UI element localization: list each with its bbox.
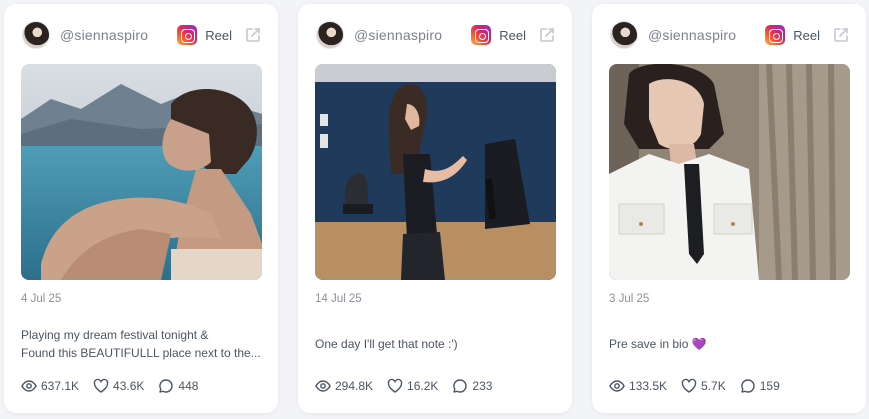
eye-icon bbox=[609, 380, 625, 392]
eye-icon bbox=[315, 380, 331, 392]
username[interactable]: @siennaspiro bbox=[60, 27, 177, 43]
heart-icon bbox=[387, 378, 403, 393]
card-header: @siennaspiro Reel bbox=[610, 20, 850, 50]
caption-line: Pre save in bio 💜 bbox=[609, 337, 707, 351]
likes-count: 16.2K bbox=[407, 379, 439, 393]
post-stats: 133.5K 5.7K 159 bbox=[609, 378, 794, 394]
post-date: 14 Jul 25 bbox=[315, 293, 362, 305]
views-stat: 637.1K bbox=[21, 378, 79, 394]
caption-line: One day I'll get that note :') bbox=[315, 337, 458, 351]
likes-count: 5.7K bbox=[701, 379, 726, 393]
post-card[interactable]: @siennaspiro Reel bbox=[298, 4, 572, 413]
post-thumbnail[interactable] bbox=[315, 64, 556, 280]
likes-stat: 5.7K bbox=[681, 378, 726, 394]
comments-stat: 233 bbox=[452, 378, 492, 394]
caption-line: Playing my dream festival tonight & bbox=[21, 328, 209, 342]
platform-label: Reel bbox=[205, 27, 232, 43]
comments-count: 448 bbox=[178, 379, 199, 393]
comment-icon bbox=[159, 379, 174, 393]
post-thumbnail[interactable] bbox=[609, 64, 850, 280]
comments-count: 233 bbox=[472, 379, 493, 393]
post-thumbnail[interactable] bbox=[21, 64, 262, 280]
post-card[interactable]: @siennaspiro Reel bbox=[4, 4, 278, 413]
heart-icon bbox=[681, 378, 697, 393]
platform-label: Reel bbox=[499, 27, 526, 43]
avatar[interactable] bbox=[22, 21, 50, 49]
caption-line: Found this BEAUTIFULLL place next to the… bbox=[21, 346, 261, 360]
heart-icon bbox=[93, 378, 109, 393]
lake-photo bbox=[21, 64, 262, 280]
avatar[interactable] bbox=[316, 21, 344, 49]
post-date: 3 Jul 25 bbox=[609, 293, 650, 305]
external-link-icon[interactable] bbox=[832, 26, 850, 44]
eye-icon bbox=[21, 380, 37, 392]
comment-icon bbox=[453, 379, 468, 393]
external-link-icon[interactable] bbox=[244, 26, 262, 44]
post-stats: 294.8K 16.2K 233 bbox=[315, 378, 506, 394]
instagram-icon bbox=[177, 25, 198, 45]
likes-stat: 43.6K bbox=[93, 378, 144, 394]
post-date: 4 Jul 25 bbox=[21, 293, 62, 305]
platform-label: Reel bbox=[793, 27, 820, 43]
external-link-icon[interactable] bbox=[538, 26, 556, 44]
comments-stat: 448 bbox=[158, 378, 198, 394]
instagram-icon bbox=[765, 25, 786, 45]
post-caption: Pre save in bio 💜 bbox=[609, 335, 853, 353]
post-caption: Playing my dream festival tonight & Foun… bbox=[21, 326, 265, 362]
comment-icon bbox=[740, 379, 755, 393]
username[interactable]: @siennaspiro bbox=[354, 27, 471, 43]
views-count: 294.8K bbox=[335, 379, 374, 393]
comments-stat: 159 bbox=[740, 378, 780, 394]
comments-count: 159 bbox=[759, 379, 780, 393]
card-header: @siennaspiro Reel bbox=[316, 20, 556, 50]
views-stat: 294.8K bbox=[315, 378, 373, 394]
post-card[interactable]: @siennaspiro Reel bbox=[592, 4, 866, 413]
views-count: 133.5K bbox=[629, 379, 668, 393]
portrait-photo bbox=[609, 64, 850, 280]
views-stat: 133.5K bbox=[609, 378, 667, 394]
username[interactable]: @siennaspiro bbox=[648, 27, 765, 43]
likes-stat: 16.2K bbox=[387, 378, 438, 394]
card-header: @siennaspiro Reel bbox=[22, 20, 262, 50]
post-stats: 637.1K 43.6K 448 bbox=[21, 378, 212, 394]
likes-count: 43.6K bbox=[113, 379, 145, 393]
avatar[interactable] bbox=[610, 21, 638, 49]
post-caption: One day I'll get that note :') bbox=[315, 335, 559, 353]
reel-cards-grid: @siennaspiro Reel 4 Jul 25 Playing my dr… bbox=[0, 0, 869, 419]
studio-photo bbox=[315, 64, 556, 280]
instagram-icon bbox=[471, 25, 492, 45]
views-count: 637.1K bbox=[41, 379, 80, 393]
